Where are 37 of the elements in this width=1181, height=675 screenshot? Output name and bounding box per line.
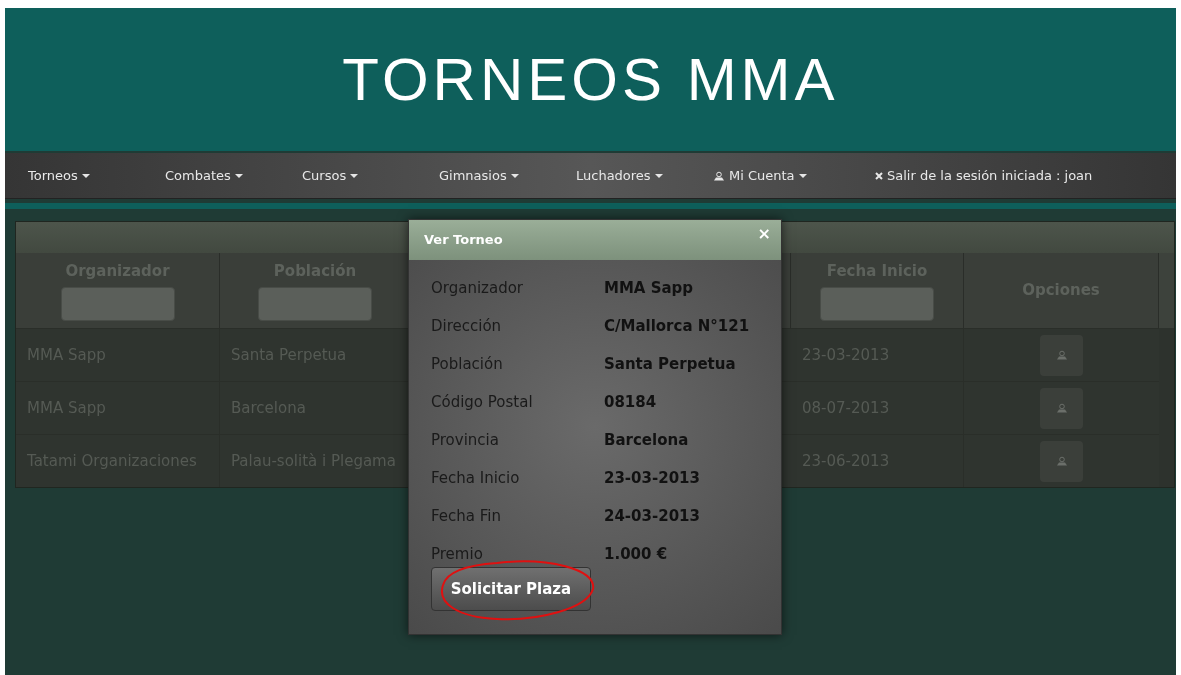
field-value: MMA Sapp [604, 278, 694, 299]
close-icon [875, 171, 883, 180]
field-label: Dirección [431, 316, 503, 337]
field-value: 08184 [604, 392, 657, 413]
field-value: C/Mallorca N°121 [604, 316, 750, 337]
field-value: Barcelona [604, 430, 689, 451]
field-value: 23-03-2013 [604, 468, 700, 489]
user-icon [1055, 403, 1068, 413]
request-button[interactable]: Solicitar Plaza [431, 567, 591, 611]
nav-link[interactable]: Combates [165, 165, 302, 186]
user-icon [1055, 456, 1068, 466]
field-label: Fecha Inicio [431, 468, 521, 489]
filter-field[interactable] [60, 286, 175, 321]
field-label: Código Postal [431, 392, 534, 413]
nav-link[interactable]: Torneos [28, 165, 165, 186]
field-label: Población [431, 354, 504, 375]
field-value: 24-03-2013 [604, 506, 700, 527]
user-icon [1055, 350, 1068, 360]
nav-link[interactable]: Cursos [302, 165, 439, 186]
site-logo: TORNEOS MMA [342, 44, 839, 115]
field-label: Organizador [431, 278, 525, 299]
user-icon [713, 170, 725, 181]
nav-link[interactable]: Luchadores [576, 165, 713, 186]
field-value: 1.000 € [604, 544, 668, 565]
modal-title: Ver Torneo [424, 231, 503, 250]
field-label: Fecha Fin [431, 506, 502, 527]
view-button[interactable] [1040, 387, 1083, 429]
view-button[interactable] [1040, 334, 1083, 376]
filter-field[interactable] [820, 286, 934, 321]
view-button[interactable] [1040, 440, 1083, 482]
field-label: Premio [431, 544, 484, 565]
field-value: Santa Perpetua [604, 354, 736, 375]
nav-link[interactable]: Salir de la sesión iniciada : joan [875, 165, 1093, 186]
filter-field[interactable] [258, 286, 372, 321]
field-label: Provincia [431, 430, 500, 451]
nav-link[interactable]: Mi Cuenta [713, 165, 850, 186]
nav-link[interactable]: Gimnasios [439, 165, 576, 186]
